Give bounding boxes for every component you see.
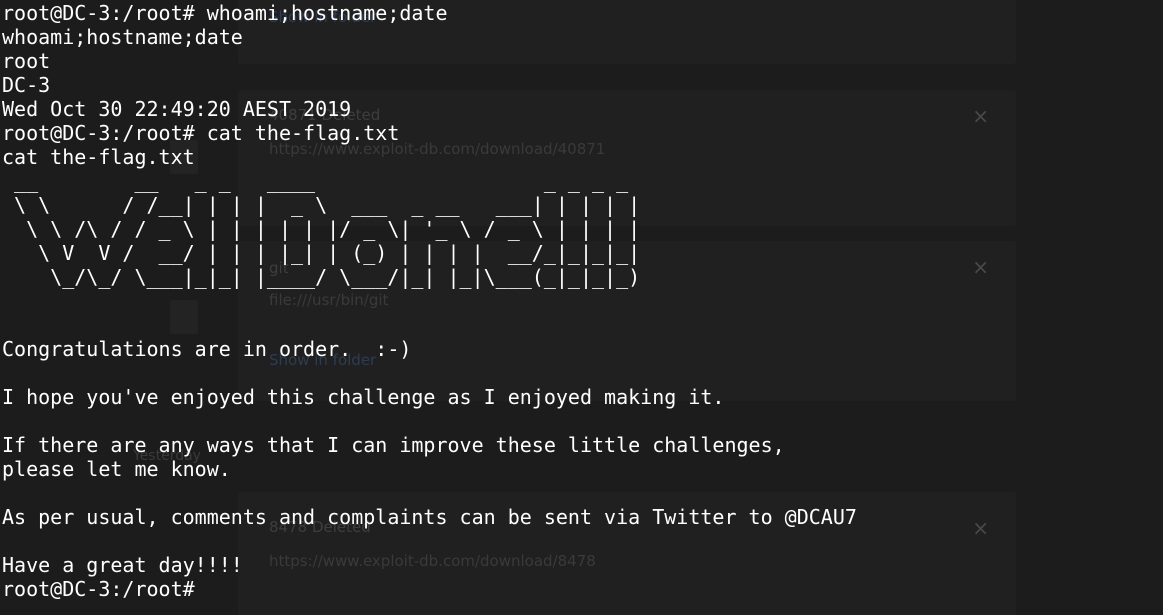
output-line: DC-3 [2,73,51,97]
echo-line: cat the-flag.txt [2,145,195,169]
close-icon[interactable]: × [972,255,989,279]
prompt-line: root@DC-3:/root# whoami;hostname;date [2,1,448,25]
echo-line: whoami;hostname;date [2,25,243,49]
output-line: I hope you've enjoyed this challenge as … [2,385,725,409]
ascii-art-line: \ \ / /__| | | | _ \ ___ _ __ ___| | | |… [2,193,641,217]
prompt-line: root@DC-3:/root# cat the-flag.txt [2,121,400,145]
output-line: As per usual, comments and complaints ca… [2,505,857,529]
output-line: please let me know. [2,457,231,481]
screen: Show in folder 40871 Deleted https://www… [0,0,1163,615]
output-line: Congratulations are in order. :-) [2,337,412,361]
ascii-art-line: \ \ /\ / / _ \ | | | | | |/ _ \| '_ \ / … [2,217,641,241]
terminal-output[interactable]: root@DC-3:/root# whoami;hostname;date who… [2,1,857,601]
close-icon[interactable]: × [972,516,989,540]
output-line: Have a great day!!!! [2,553,243,577]
close-icon[interactable]: × [972,104,989,128]
output-line: root [2,49,51,73]
ascii-art-line: \_/\_/ \___|_|_| |____/ \___/|_| |_|\___… [2,265,641,289]
output-line: Wed Oct 30 22:49:20 AEST 2019 [2,97,352,121]
prompt-line[interactable]: root@DC-3:/root# [2,577,857,601]
ascii-art-line: \ V V / __/ | | | |_| | (_) | | | | __/_… [2,241,641,265]
output-line: If there are any ways that I can improve… [2,433,785,457]
ascii-art-line: __ __ _ _ ____ _ _ _ _ [2,169,641,193]
